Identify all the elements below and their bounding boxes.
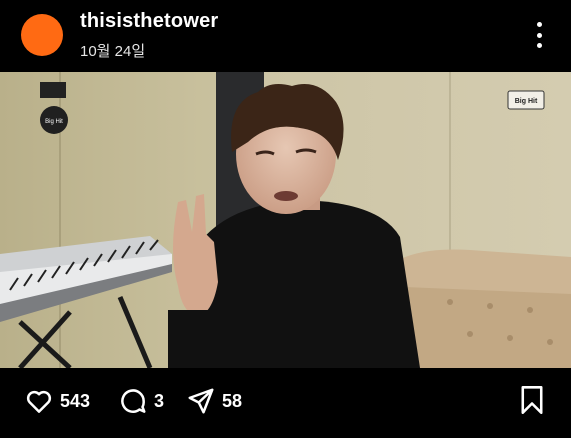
logo-left-text: Big Hit xyxy=(45,119,63,125)
post-header: thisisthetower 10월 24일 xyxy=(0,0,571,72)
username[interactable]: thisisthetower xyxy=(80,10,218,33)
action-bar: 543 3 58 xyxy=(0,370,571,438)
more-options-button[interactable] xyxy=(528,22,550,48)
avatar[interactable] xyxy=(21,14,63,56)
broadcast-logo-right: Big Hit xyxy=(507,90,545,110)
more-vertical-icon xyxy=(536,22,542,27)
share-count: 58 xyxy=(222,390,243,411)
comment-count: 3 xyxy=(154,390,165,411)
logo-right-text: Big Hit xyxy=(515,98,538,105)
bookmark-icon xyxy=(521,386,543,414)
like-count: 543 xyxy=(60,390,91,411)
send-icon xyxy=(188,388,214,414)
post-date: 10월 24일 xyxy=(80,43,146,60)
comment-button[interactable]: 3 xyxy=(118,386,164,416)
bookmark-button[interactable] xyxy=(518,385,546,420)
post-video[interactable]: Big Hit Big Hit xyxy=(0,72,571,368)
heart-icon xyxy=(26,390,52,413)
like-button[interactable]: 543 xyxy=(24,386,90,416)
video-frame: Big Hit Big Hit xyxy=(0,72,571,368)
share-button[interactable]: 58 xyxy=(186,386,242,416)
comment-icon xyxy=(121,389,146,413)
